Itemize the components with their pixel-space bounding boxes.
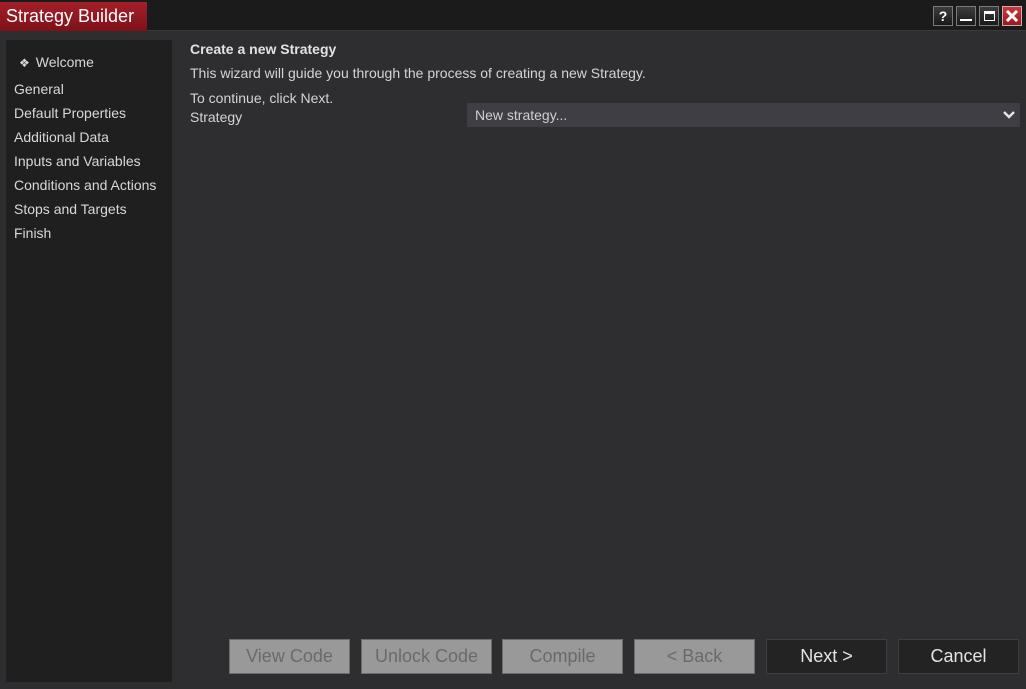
strategy-select-value: New strategy... [475,107,568,123]
view-code-button[interactable]: View Code [229,639,350,674]
wizard-content: Create a new Strategy This wizard will g… [190,40,1020,131]
close-icon [1006,10,1018,22]
strategy-field-row: Strategy New strategy... [190,103,1020,131]
help-button[interactable]: ? [933,6,953,26]
back-button[interactable]: < Back [634,639,755,674]
sidebar-item-conditions-and-actions[interactable]: Conditions and Actions [6,173,172,197]
sidebar-item-default-properties[interactable]: Default Properties [6,101,172,125]
maximize-icon [983,11,995,21]
cancel-button[interactable]: Cancel [898,639,1019,674]
window-controls: ? [933,6,1022,26]
sidebar-item-finish[interactable]: Finish [6,221,172,245]
strategy-label: Strategy [190,109,243,125]
sidebar-item-additional-data[interactable]: Additional Data [6,125,172,149]
compile-button[interactable]: Compile [502,639,623,674]
help-icon: ? [938,8,948,24]
minimize-icon [960,19,972,21]
wizard-steps-sidebar: ❖ Welcome General Default Properties Addi… [6,40,172,682]
page-title: Create a new Strategy [190,41,337,57]
sidebar-item-general[interactable]: General [6,77,172,101]
strategy-select[interactable]: New strategy... [467,103,1020,127]
window-title: Strategy Builder [0,2,147,31]
sidebar-item-stops-and-targets[interactable]: Stops and Targets [6,197,172,221]
active-step-icon: ❖ [19,56,30,70]
title-bar[interactable]: Strategy Builder ? [0,0,1026,31]
sidebar-item-label: Welcome [35,54,94,70]
close-button[interactable] [1002,6,1022,26]
next-button[interactable]: Next > [766,639,887,674]
sidebar-item-welcome[interactable]: ❖ Welcome [6,50,172,77]
wizard-description: This wizard will guide you through the p… [190,65,646,81]
minimize-button[interactable] [956,6,976,26]
chevron-down-icon [1003,111,1015,119]
unlock-code-button[interactable]: Unlock Code [361,639,492,674]
sidebar-item-inputs-and-variables[interactable]: Inputs and Variables [6,149,172,173]
maximize-button[interactable] [979,6,999,26]
